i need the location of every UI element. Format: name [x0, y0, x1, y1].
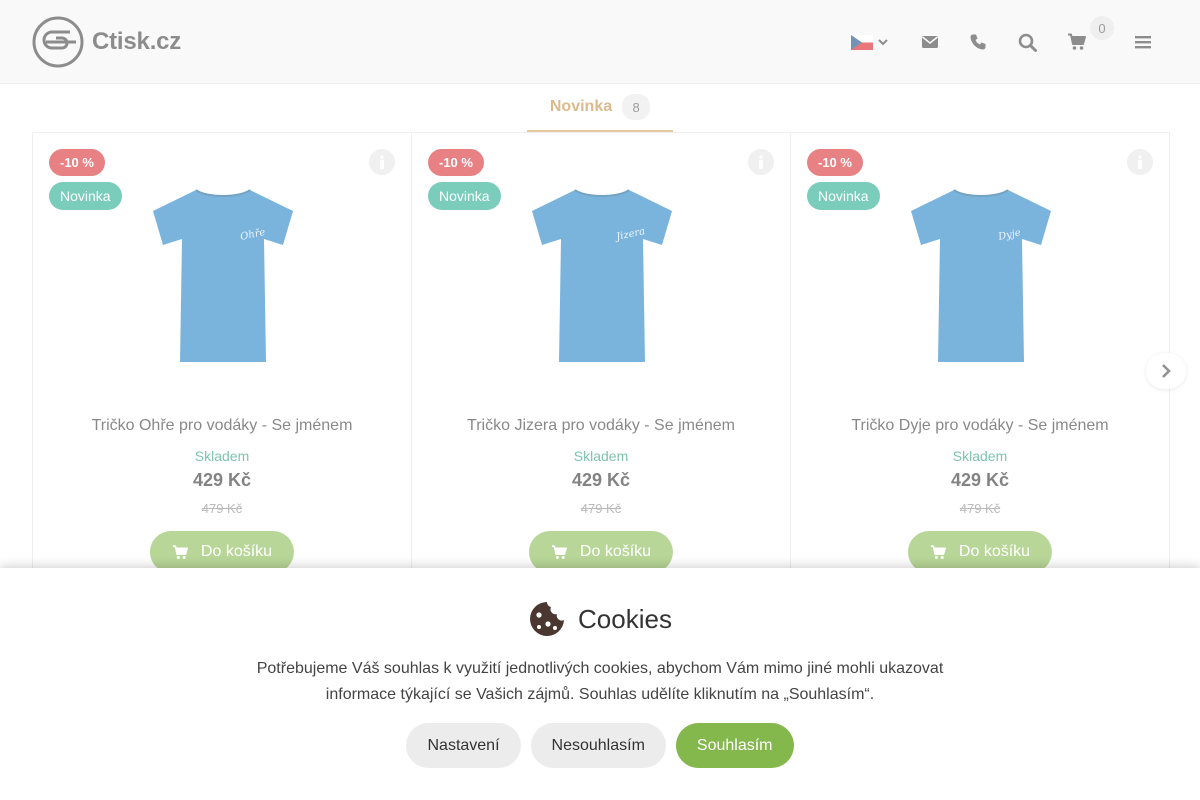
cookie-icon: [530, 602, 565, 636]
cookie-consent-panel: Cookies Potřebujeme Váš souhlas k využit…: [0, 568, 1200, 800]
cookie-title: Cookies: [578, 603, 672, 634]
cookie-decline-button[interactable]: Nesouhlasím: [530, 723, 666, 768]
cookie-header: Cookies: [0, 600, 1200, 638]
cookie-buttons: Nastavení Nesouhlasím Souhlasím: [0, 723, 1200, 768]
cookie-accept-button[interactable]: Souhlasím: [675, 723, 794, 768]
modal-overlay: [0, 0, 1200, 568]
cookie-description: Potřebujeme Váš souhlas k využití jednot…: [256, 660, 944, 703]
cookie-settings-button[interactable]: Nastavení: [406, 723, 521, 768]
